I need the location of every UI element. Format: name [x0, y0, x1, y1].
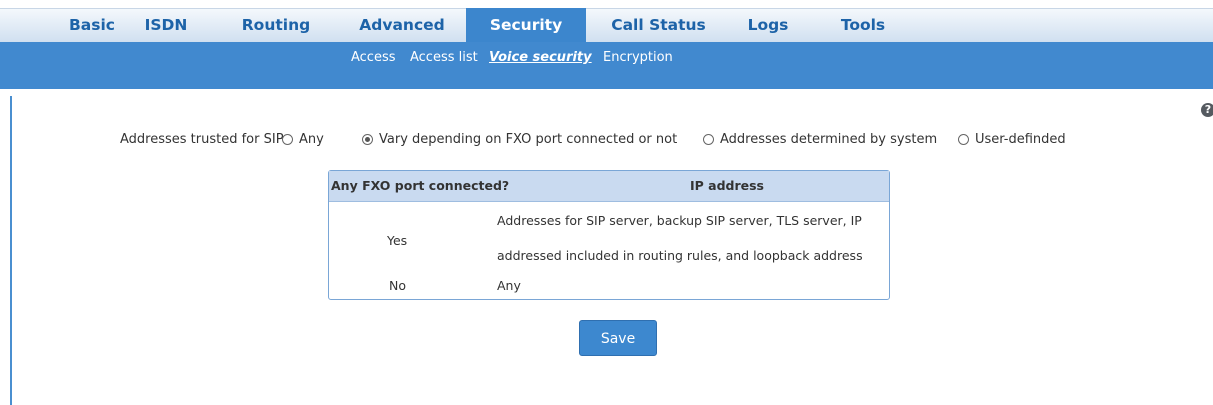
subnav-access[interactable]: Access	[351, 50, 396, 65]
radio-vary-fxo[interactable]: Vary depending on FXO port connected or …	[362, 132, 677, 147]
radio-any-label: Any	[299, 132, 324, 147]
radio-unchecked-icon	[703, 134, 714, 145]
row-yes-address-line1: Addresses for SIP server, backup SIP ser…	[497, 213, 862, 228]
row-yes-address-line2: addressed included in routing rules, and…	[497, 248, 863, 263]
subnav-encryption[interactable]: Encryption	[603, 50, 673, 65]
radio-system-determined-label: Addresses determined by system	[720, 132, 938, 147]
nav-tools[interactable]: Tools	[828, 8, 898, 42]
nav-advanced[interactable]: Advanced	[352, 8, 452, 42]
nav-isdn[interactable]: ISDN	[136, 8, 196, 42]
subnav-access-list[interactable]: Access list	[410, 50, 478, 65]
radio-vary-fxo-label: Vary depending on FXO port connected or …	[379, 132, 678, 147]
nav-call-status[interactable]: Call Status	[601, 8, 716, 42]
radio-checked-icon	[362, 134, 373, 145]
table-header: Any FXO port connected? IP address	[329, 171, 889, 202]
row-no-address: Any	[497, 278, 521, 293]
row-yes-connected: Yes	[387, 233, 408, 248]
radio-unchecked-icon	[958, 134, 969, 145]
header-ip-address: IP address	[689, 178, 765, 193]
nav-basic[interactable]: Basic	[57, 8, 127, 42]
subnav-voice-security[interactable]: Voice security	[489, 50, 592, 65]
radio-unchecked-icon	[282, 134, 293, 145]
help-icon[interactable]: ?	[1201, 103, 1213, 117]
fxo-address-table: Any FXO port connected? IP address Yes A…	[328, 170, 890, 300]
radio-system-determined[interactable]: Addresses determined by system	[703, 132, 937, 147]
radio-user-defined-label: User-definded	[975, 132, 1066, 147]
nav-security[interactable]: Security	[466, 8, 586, 45]
trusted-sip-label: Addresses trusted for SIP	[120, 132, 284, 147]
row-no-connected: No	[389, 278, 406, 293]
nav-logs[interactable]: Logs	[738, 8, 798, 42]
radio-any[interactable]: Any	[282, 132, 324, 147]
header-fxo-connected: Any FXO port connected?	[331, 178, 510, 193]
save-button[interactable]: Save	[579, 320, 657, 356]
nav-routing[interactable]: Routing	[236, 8, 316, 42]
radio-user-defined[interactable]: User-definded	[958, 132, 1066, 147]
